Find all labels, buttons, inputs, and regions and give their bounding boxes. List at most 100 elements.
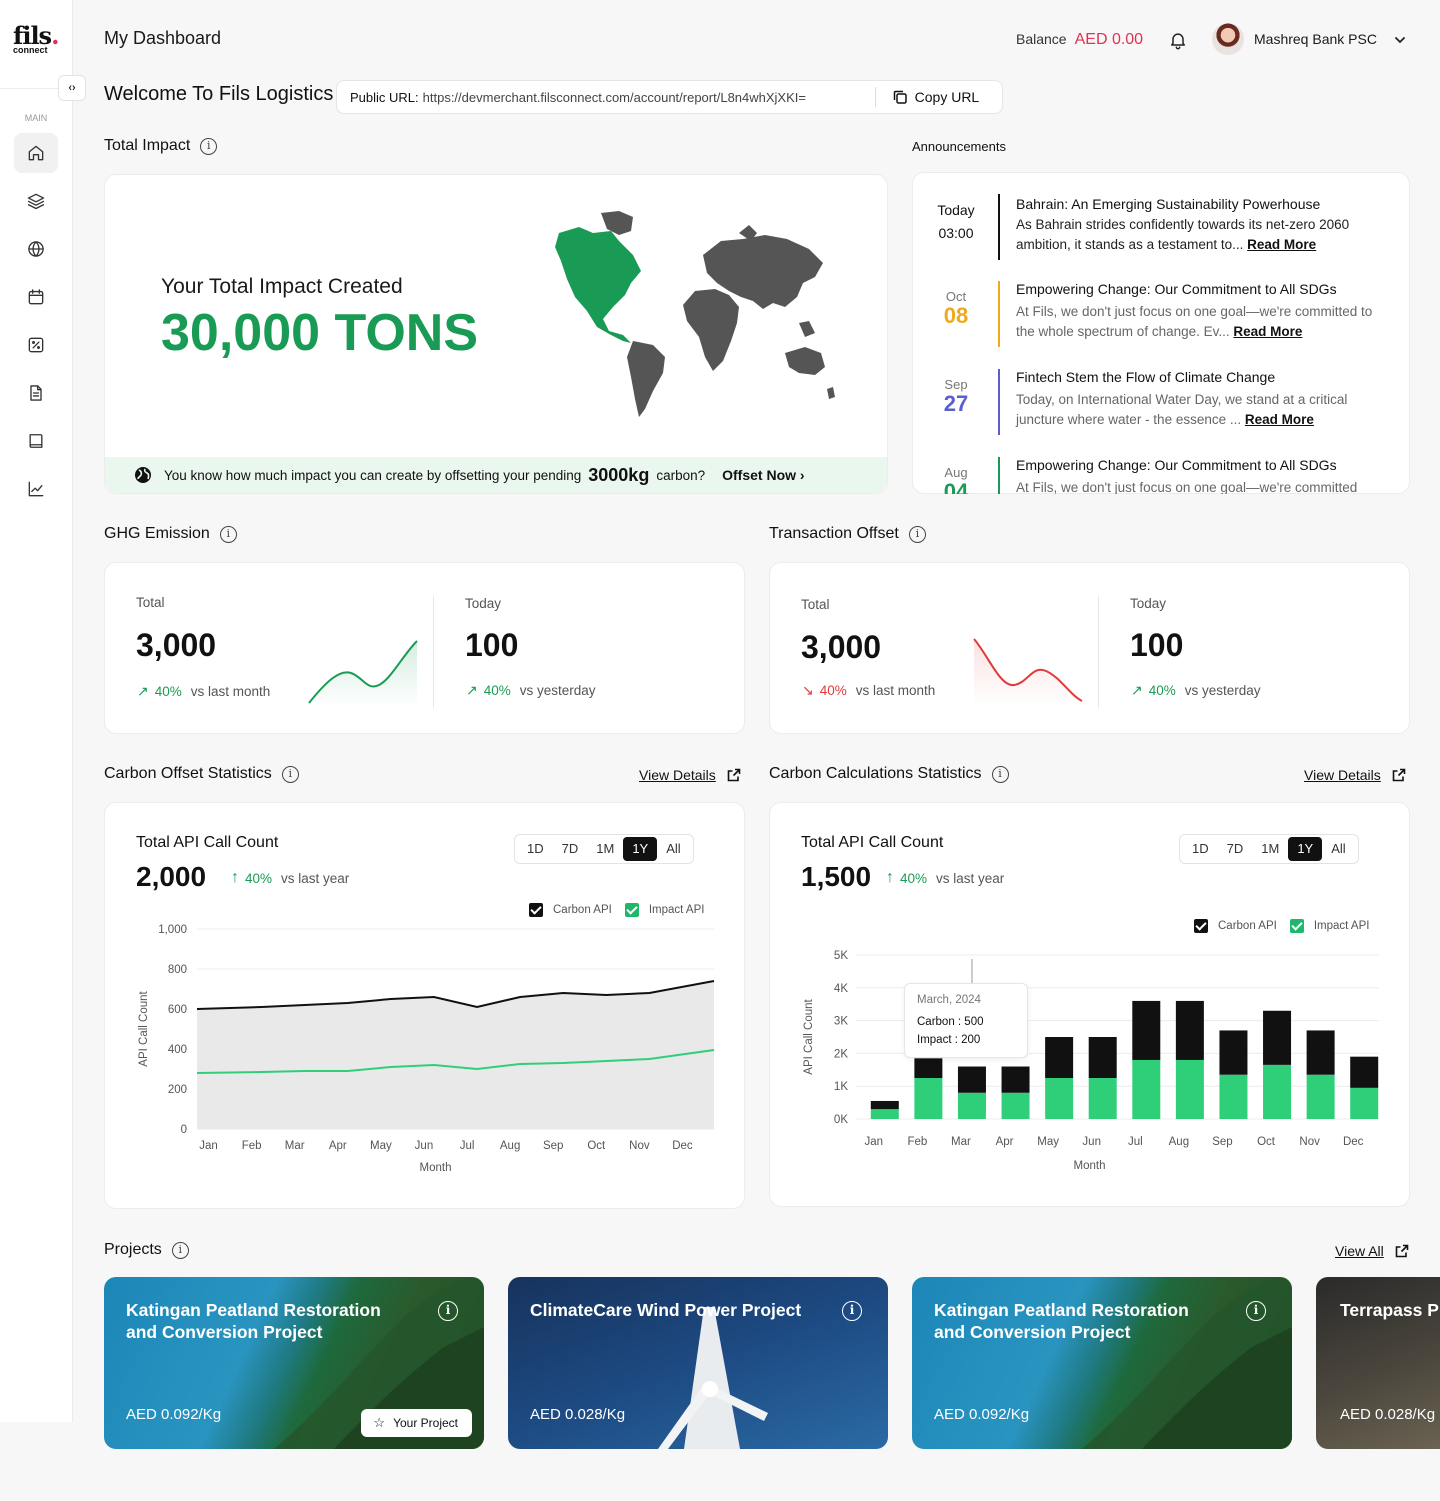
view-all-link[interactable]: View All: [1335, 1243, 1409, 1259]
calendar-icon: [28, 289, 44, 305]
info-icon[interactable]: i: [842, 1301, 862, 1321]
user-avatar[interactable]: [1212, 23, 1244, 55]
info-icon[interactable]: i: [991, 765, 1009, 783]
book-icon: [29, 434, 43, 448]
y-axis-label: API Call Count: [803, 998, 815, 1074]
announcement-item[interactable]: Sep 27 Fintech Stem the Flow of Climate C…: [912, 369, 1410, 449]
x-axis-label: Month: [420, 1162, 452, 1174]
announcement-date: Today 03:00: [937, 202, 975, 241]
info-icon[interactable]: i: [281, 765, 299, 783]
y-tick-label: 400: [168, 1044, 187, 1056]
txn-total-change: ↘ 40% vs last month: [802, 682, 936, 698]
view-details-link[interactable]: View Details: [639, 767, 741, 783]
nav-calendar[interactable]: [14, 277, 58, 317]
range-1d[interactable]: 1D: [1183, 837, 1218, 861]
info-icon[interactable]: i: [171, 1241, 189, 1259]
user-name[interactable]: Mashreq Bank PSC: [1254, 31, 1377, 47]
project-price: AED 0.028/Kg: [530, 1406, 626, 1423]
bar-segment: [957, 1092, 986, 1119]
bar-segment: [1306, 1074, 1335, 1119]
legend-carbon-api[interactable]: Carbon API: [1194, 919, 1277, 933]
x-tick-label: Apr: [996, 1136, 1014, 1148]
range-1y[interactable]: 1Y: [1288, 837, 1323, 861]
range-all[interactable]: All: [657, 837, 689, 861]
read-more-link[interactable]: Read More: [1247, 237, 1316, 252]
view-details-link[interactable]: View Details: [1304, 767, 1406, 783]
bar-segment: [1045, 1037, 1074, 1078]
nav-book[interactable]: [14, 421, 58, 461]
nav-home[interactable]: [14, 133, 58, 173]
nav-discount[interactable]: [14, 325, 58, 365]
bar-segment: [1219, 1074, 1248, 1119]
kpi-divider: [433, 596, 434, 708]
legend-impact-api[interactable]: Impact API: [1289, 919, 1369, 933]
ghg-total-change: ↗ 40% vs last month: [137, 683, 271, 699]
read-more-link[interactable]: Read More: [1245, 412, 1314, 427]
info-icon[interactable]: i: [438, 1301, 458, 1321]
carbon-offset-stats-card: Total API Call Count 2,000 ↑ 40% vs last y…: [104, 802, 745, 1209]
info-icon[interactable]: i: [200, 137, 218, 155]
tooltip-line: Impact : 200: [917, 1034, 981, 1046]
bar-segment: [1263, 1064, 1292, 1119]
project-card[interactable]: ClimateCare Wind Power Project i AED 0.0…: [508, 1277, 888, 1449]
x-tick-label: May: [370, 1140, 392, 1152]
announcement-title: Fintech Stem the Flow of Climate Change: [1016, 369, 1276, 385]
project-card[interactable]: Katingan Peatland Restoration and Conver…: [104, 1277, 484, 1449]
read-more-link[interactable]: Read More: [1233, 324, 1302, 339]
project-card[interactable]: Terrapass Pr AED 0.028/Kg: [1316, 1277, 1440, 1449]
x-tick-label: Mar: [285, 1140, 305, 1152]
announcement-date: Aug 04: [943, 465, 969, 494]
x-tick-label: Jul: [1128, 1136, 1143, 1148]
announcement-accent: [998, 194, 1000, 260]
project-price: AED 0.092/Kg: [934, 1406, 1030, 1423]
announcement-date: Sep 27: [943, 377, 969, 416]
info-icon[interactable]: i: [908, 525, 926, 543]
star-icon: ☆: [373, 1415, 386, 1430]
app-logo[interactable]: fils. connect: [13, 24, 59, 55]
nav-analytics[interactable]: [14, 469, 58, 509]
announcement-item[interactable]: Aug 04 Empowering Change: Our Commitment …: [912, 457, 1410, 494]
range-all[interactable]: All: [1322, 837, 1354, 861]
ghg-today-change: ↗ 40% vs yesterday: [466, 682, 596, 698]
bell-icon[interactable]: [1168, 30, 1188, 50]
code-brackets-icon: ‹›: [68, 82, 76, 94]
info-icon[interactable]: i: [1246, 1301, 1266, 1321]
api-count-label: Total API Call Count: [801, 834, 944, 851]
offset-prompt-text: You know how much impact you can create …: [164, 467, 582, 483]
public-url-value[interactable]: https://devmerchant.filsconnect.com/acco…: [423, 90, 875, 105]
copy-url-button[interactable]: Copy URL: [892, 89, 979, 105]
offset-now-button[interactable]: Offset Now ›: [722, 467, 804, 483]
trend-up-icon: ↗: [466, 682, 478, 698]
announcement-body: At Fils, we don't just focus on one goal…: [1016, 304, 1373, 339]
balance-label: Balance: [1016, 31, 1067, 47]
line-chart-icon: [28, 481, 44, 497]
project-price: AED 0.028/Kg: [1340, 1406, 1436, 1423]
ghg-total-label: Total: [136, 595, 165, 610]
nav-layers[interactable]: [14, 181, 58, 221]
chevron-down-icon[interactable]: [1394, 34, 1406, 46]
external-link-icon: [727, 768, 741, 782]
announcement-title: Empowering Change: Our Commitment to All…: [1016, 457, 1337, 473]
range-1m[interactable]: 1M: [587, 837, 623, 861]
info-icon[interactable]: i: [219, 525, 237, 543]
bar-segment: [870, 1100, 899, 1110]
range-1y[interactable]: 1Y: [623, 837, 658, 861]
bar-segment: [1350, 1056, 1379, 1088]
range-7d[interactable]: 7D: [553, 837, 588, 861]
announcement-item[interactable]: Today 03:00 Bahrain: An Emerging Sustaina…: [912, 194, 1410, 276]
bar-segment: [1088, 1037, 1117, 1078]
range-1d[interactable]: 1D: [518, 837, 553, 861]
nav-documents[interactable]: [14, 373, 58, 413]
y-tick-label: 200: [168, 1084, 187, 1096]
range-1m[interactable]: 1M: [1252, 837, 1288, 861]
globe-icon: [135, 467, 151, 483]
y-tick-label: 3K: [834, 1016, 848, 1028]
project-card[interactable]: Katingan Peatland Restoration and Conver…: [912, 1277, 1292, 1449]
x-tick-label: Oct: [587, 1140, 606, 1152]
nav-globe[interactable]: [14, 229, 58, 269]
announcement-item[interactable]: Oct 08 Empowering Change: Our Commitment …: [912, 281, 1410, 361]
sidebar-toggle-button[interactable]: ‹›: [58, 75, 86, 101]
range-7d[interactable]: 7D: [1218, 837, 1253, 861]
announcement-accent: [998, 369, 1000, 435]
api-count-label: Total API Call Count: [136, 834, 279, 851]
